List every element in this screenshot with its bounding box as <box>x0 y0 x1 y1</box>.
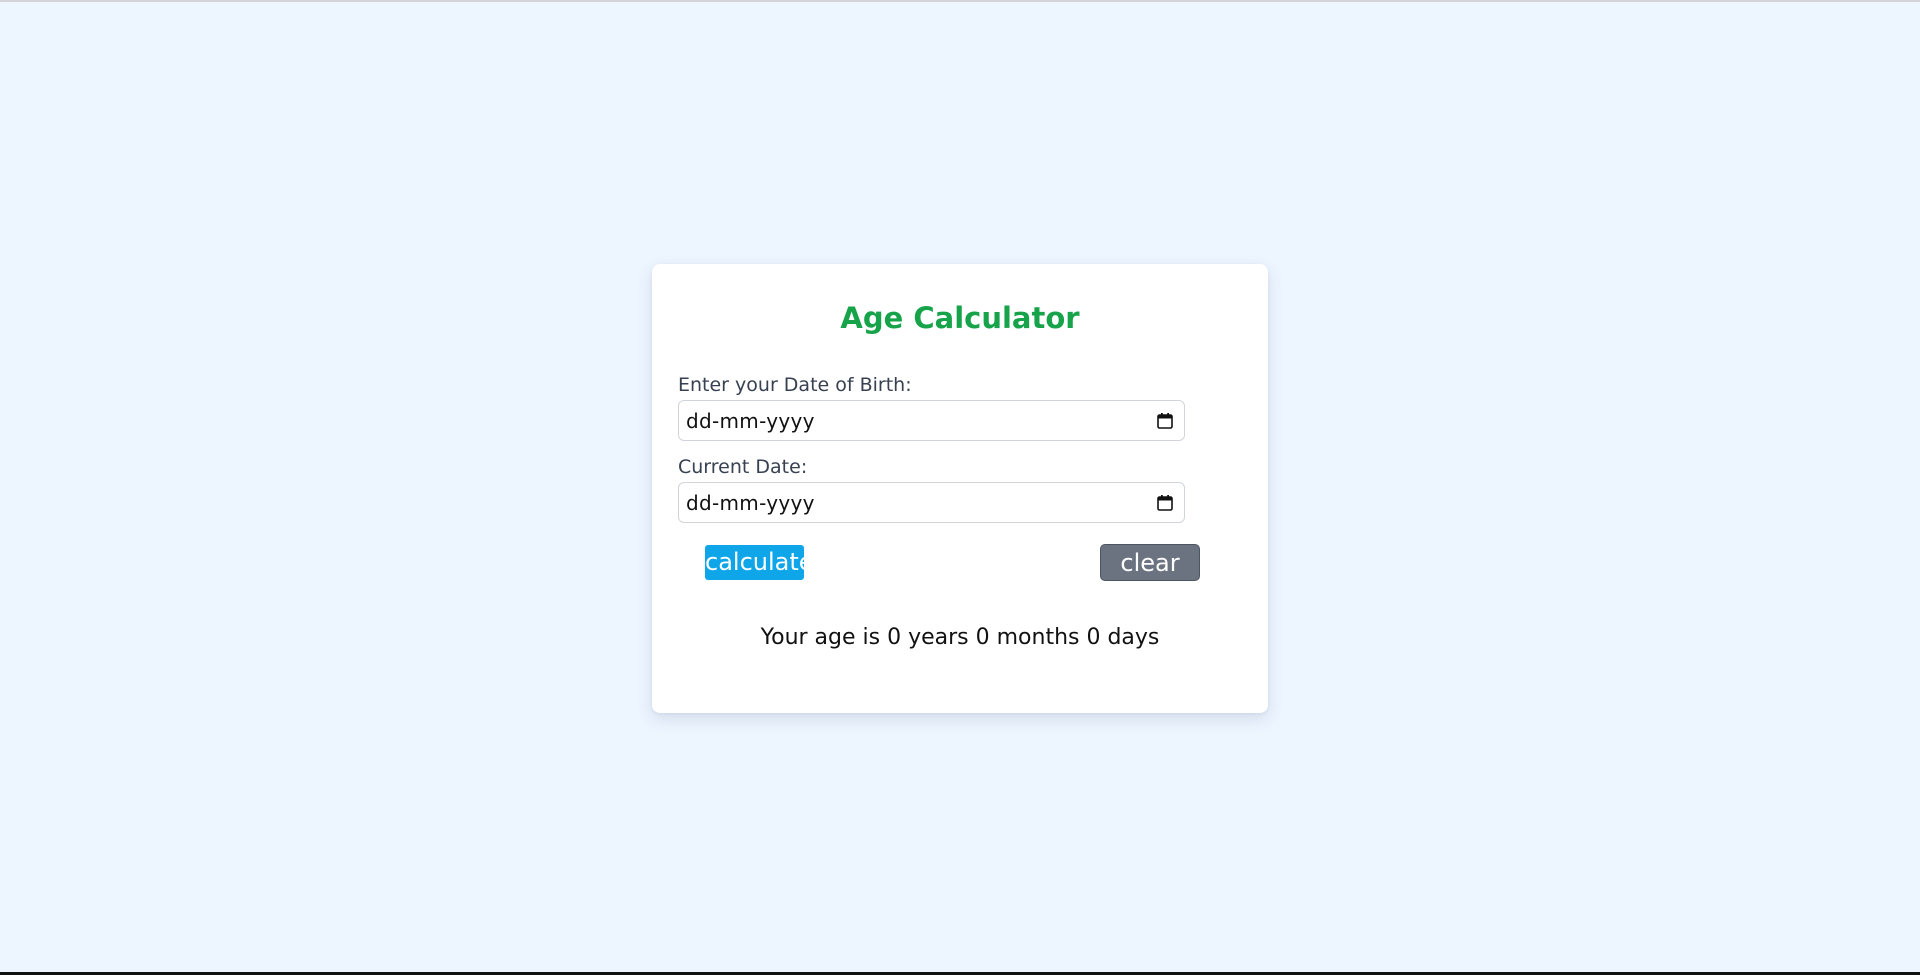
age-calculator-card: Age Calculator Enter your Date of Birth:… <box>652 264 1268 713</box>
calendar-icon[interactable] <box>1156 494 1174 512</box>
current-date-label: Current Date: <box>678 456 808 478</box>
calendar-icon[interactable] <box>1156 412 1174 430</box>
clear-button[interactable]: clear <box>1100 544 1200 581</box>
current-date-input[interactable]: dd-mm-yyyy <box>678 482 1185 523</box>
age-result-text: Your age is 0 years 0 months 0 days <box>760 625 1160 650</box>
dob-label: Enter your Date of Birth: <box>678 374 912 396</box>
calculate-button[interactable]: calculate <box>705 545 814 580</box>
dob-date-input[interactable]: dd-mm-yyyy <box>678 400 1185 441</box>
browser-top-border <box>0 0 1920 2</box>
current-date-placeholder: dd-mm-yyyy <box>686 491 815 515</box>
page-title: Age Calculator <box>840 301 1080 335</box>
dob-date-placeholder: dd-mm-yyyy <box>686 409 815 433</box>
